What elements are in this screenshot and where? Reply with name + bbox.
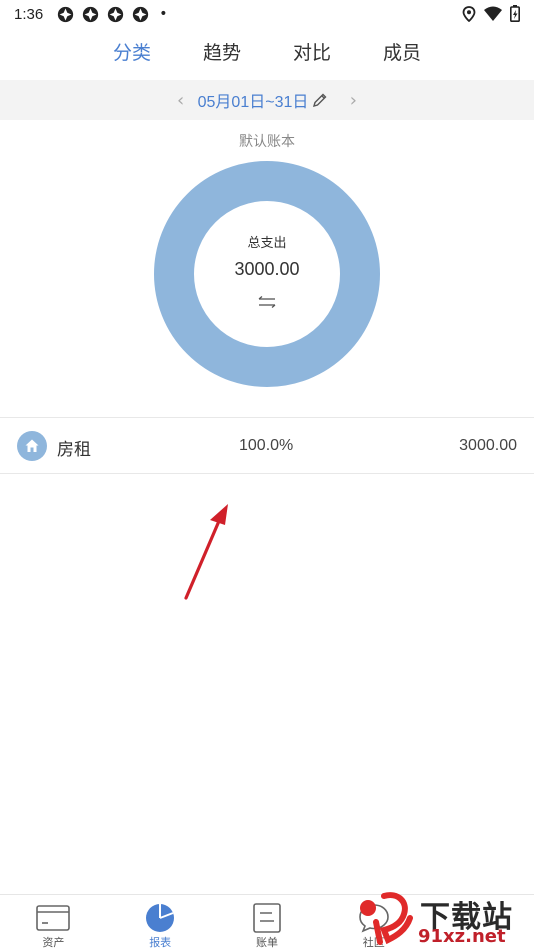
- category-row[interactable]: 房租 100.0% 3000.00: [0, 418, 534, 473]
- battery-icon: [510, 5, 520, 22]
- nav-label: 账单: [255, 936, 278, 949]
- category-name: 房租: [57, 440, 91, 460]
- notification-app-icon: [108, 6, 124, 22]
- tab-category[interactable]: 分类: [87, 36, 177, 72]
- category-percent: 100.0%: [239, 437, 294, 454]
- card-icon: [36, 905, 71, 931]
- status-bar: 1:36 •: [0, 0, 534, 28]
- nav-assets[interactable]: 资产: [0, 895, 107, 950]
- list-divider: [0, 473, 534, 474]
- edit-date-icon[interactable]: [312, 92, 328, 108]
- donut-center-label: 总支出: [247, 236, 287, 251]
- notification-app-icon: [83, 6, 99, 22]
- swap-icon[interactable]: [256, 295, 278, 309]
- donut-center-total: 3000.00: [234, 259, 300, 279]
- report-tabs: 分类 趋势 对比 成员: [0, 36, 534, 72]
- document-icon: [253, 903, 281, 933]
- notification-app-icon: [58, 6, 74, 22]
- home-icon: [17, 431, 47, 461]
- nav-reports[interactable]: 报表: [107, 895, 214, 950]
- notification-app-icon: [133, 6, 149, 22]
- nav-label: 资产: [42, 936, 65, 949]
- tab-compare[interactable]: 对比: [267, 36, 357, 72]
- status-right: [462, 5, 520, 22]
- location-icon: [462, 5, 476, 22]
- pie-chart-icon: [146, 904, 175, 932]
- watermark-logo: 下载站 91xz.net: [354, 888, 530, 948]
- ledger-name: 默认账本: [239, 134, 295, 150]
- nav-bills[interactable]: 账单: [214, 895, 321, 950]
- status-time: 1:36: [14, 5, 44, 23]
- watermark-icon: [360, 892, 413, 945]
- annotation-arrow: [184, 504, 228, 600]
- prev-period-button[interactable]: ‹: [168, 90, 194, 111]
- next-period-button[interactable]: ›: [340, 90, 366, 111]
- tab-members[interactable]: 成员: [357, 36, 447, 72]
- tab-trend[interactable]: 趋势: [177, 36, 267, 72]
- category-amount: 3000.00: [459, 437, 517, 454]
- nav-label: 报表: [149, 936, 172, 949]
- date-range-label[interactable]: 05月01日~31日: [198, 88, 309, 112]
- watermark-site: 91xz.net: [418, 926, 506, 947]
- date-range-bar: ‹ 05月01日~31日 ›: [0, 80, 534, 120]
- wifi-icon: [484, 6, 502, 21]
- status-dot: •: [159, 6, 168, 22]
